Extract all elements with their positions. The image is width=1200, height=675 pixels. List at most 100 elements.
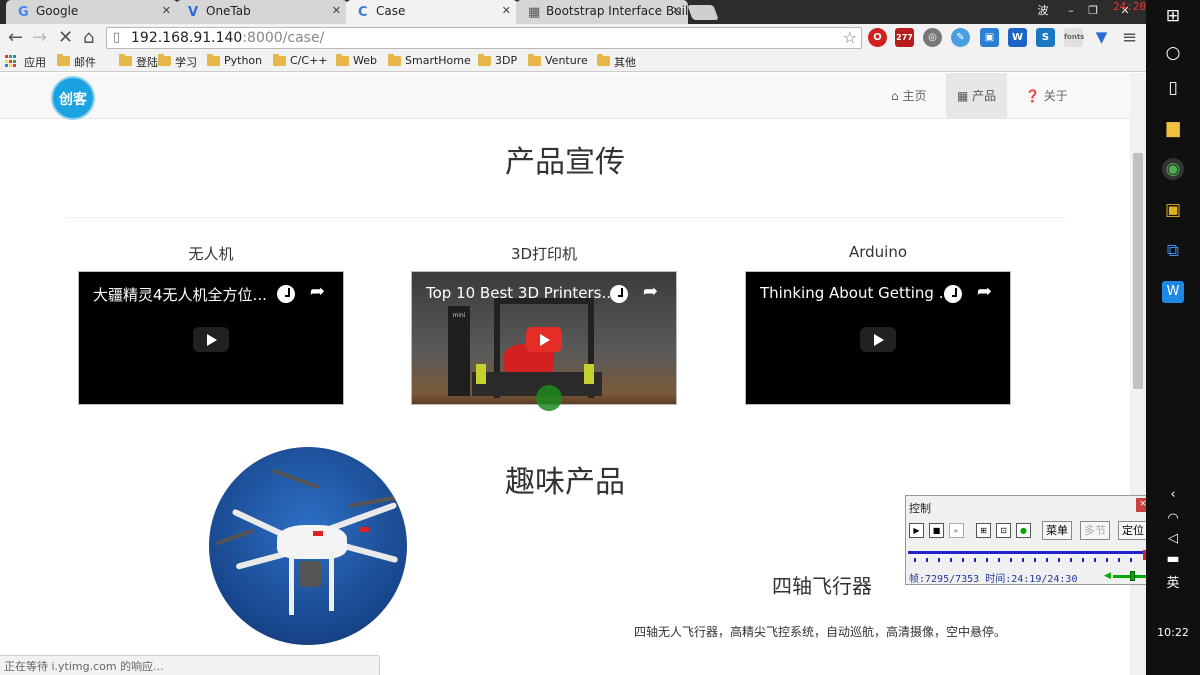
tab-label: Case bbox=[376, 4, 406, 18]
new-tab-button[interactable] bbox=[687, 5, 719, 20]
volume-icon: ◀ bbox=[1104, 571, 1111, 581]
gmail-badge-icon[interactable]: 277 bbox=[895, 28, 914, 47]
folder-icon bbox=[273, 54, 286, 66]
bookmark-folder[interactable]: 登陆 bbox=[119, 54, 158, 70]
close-icon[interactable]: ✕ bbox=[672, 4, 681, 17]
nav-home[interactable]: ⌂ 主页 bbox=[880, 73, 937, 119]
forward-icon[interactable]: → bbox=[32, 28, 47, 48]
fit-icon[interactable]: ⊞ bbox=[976, 523, 991, 538]
taskbar-clock[interactable]: 10:22 bbox=[1146, 626, 1200, 639]
bookmark-folder[interactable]: 其他 bbox=[597, 54, 636, 70]
site-logo[interactable]: 创客 bbox=[51, 76, 95, 120]
file-explorer-icon[interactable]: ▆ bbox=[1162, 117, 1184, 139]
locate-button[interactable]: 定位 bbox=[1118, 521, 1148, 540]
bookmark-folder[interactable]: Venture bbox=[528, 54, 588, 67]
propeller bbox=[271, 468, 321, 490]
menu-icon[interactable]: ≡ bbox=[1122, 28, 1137, 48]
next-icon[interactable]: ▸ bbox=[949, 523, 964, 538]
bookmark-apps[interactable]: 应用 bbox=[7, 54, 46, 70]
extension-icon[interactable]: ✎ bbox=[951, 28, 970, 47]
bookmark-folder[interactable]: C/C++ bbox=[273, 54, 328, 67]
folder-icon bbox=[388, 54, 401, 66]
stop-icon[interactable]: ✕ bbox=[58, 28, 73, 48]
feature-title: 四轴飞行器 bbox=[772, 574, 872, 598]
onetab-icon[interactable]: ▼ bbox=[1092, 28, 1111, 47]
video-title: Thinking About Getting ... bbox=[760, 284, 953, 302]
bookmark-folder[interactable]: 邮件 bbox=[57, 54, 96, 70]
volume-knob[interactable] bbox=[1130, 571, 1135, 581]
notification-icon[interactable]: ▬ bbox=[1162, 548, 1184, 570]
share-icon[interactable]: ➦ bbox=[310, 281, 325, 302]
restore-icon[interactable]: ❐ bbox=[1082, 0, 1104, 22]
section-title-promo: 产品宣传 bbox=[505, 145, 625, 180]
play-button[interactable] bbox=[860, 327, 896, 352]
back-icon[interactable]: ← bbox=[8, 28, 23, 48]
app-icon[interactable]: ▣ bbox=[1162, 199, 1184, 221]
bookmark-folder[interactable]: 3DP bbox=[478, 54, 517, 67]
bookmark-folder[interactable]: 学习 bbox=[158, 54, 197, 70]
bookmark-folder[interactable]: SmartHome bbox=[388, 54, 471, 67]
tab-case[interactable]: C Case ✕ bbox=[346, 0, 518, 24]
tab-label: OneTab bbox=[206, 4, 251, 18]
fonts-icon[interactable]: fonts bbox=[1064, 28, 1084, 47]
chevron-left-icon[interactable]: ‹ bbox=[1162, 484, 1184, 506]
address-bar[interactable]: ▯ 192.168.91.140:8000/case/ ☆ bbox=[106, 27, 862, 49]
skype-icon[interactable]: S bbox=[1036, 28, 1055, 47]
play-icon[interactable]: ▶ bbox=[909, 523, 924, 538]
feature-description: 四轴无人飞行器，高精尖飞控系统，自动巡航，高清摄像，空中悬停。 bbox=[633, 625, 1006, 639]
play-button[interactable] bbox=[193, 327, 229, 352]
video-embed-arduino[interactable]: Thinking About Getting ... ➦ bbox=[745, 271, 1011, 405]
cortana-icon[interactable]: ○ bbox=[1162, 42, 1184, 64]
ime-indicator: 波 bbox=[1037, 4, 1049, 17]
share-icon[interactable]: ➦ bbox=[977, 281, 992, 302]
watch-later-icon[interactable] bbox=[610, 285, 628, 303]
close-icon[interactable]: ✕ bbox=[332, 4, 341, 17]
network-app-icon[interactable]: ⧉ bbox=[1162, 240, 1184, 262]
nav-products[interactable]: ▦ 产品 bbox=[946, 73, 1008, 119]
nav-about[interactable]: ❓ 关于 bbox=[1014, 73, 1079, 119]
word-icon[interactable]: W bbox=[1008, 28, 1027, 47]
tab-onetab[interactable]: V OneTab ✕ bbox=[176, 0, 348, 24]
opera-icon[interactable]: O bbox=[868, 28, 887, 47]
ime-icon[interactable]: 英 bbox=[1162, 573, 1184, 595]
tab-bootstrap[interactable]: ▦ Bootstrap Interface Buil ✕ bbox=[516, 0, 688, 24]
printer-label: mini bbox=[448, 306, 470, 396]
close-icon[interactable]: ✕ bbox=[162, 4, 171, 17]
stop-icon[interactable]: ■ bbox=[929, 523, 944, 538]
home-icon[interactable]: ⌂ bbox=[83, 28, 94, 48]
playback-progress[interactable] bbox=[908, 550, 1148, 562]
windows-start-icon[interactable]: ⊞ bbox=[1162, 5, 1184, 27]
divider bbox=[66, 217, 1066, 218]
scrollbar-thumb[interactable] bbox=[1133, 153, 1143, 389]
extension-icon[interactable]: ◎ bbox=[923, 28, 942, 47]
menu-button[interactable]: 菜单 bbox=[1042, 521, 1072, 540]
close-icon[interactable]: ✕ bbox=[502, 4, 511, 17]
task-view-icon[interactable]: ▯ bbox=[1162, 77, 1184, 99]
bookmark-folder[interactable]: Web bbox=[336, 54, 377, 67]
folder-icon bbox=[528, 54, 541, 66]
play-button[interactable] bbox=[526, 327, 562, 352]
extension-icon[interactable]: ▣ bbox=[980, 28, 999, 47]
folder-icon bbox=[597, 54, 610, 66]
video-label-3dprinter: 3D打印机 bbox=[510, 245, 578, 263]
bootstrap-icon: ▦ bbox=[528, 5, 541, 20]
multi-button[interactable]: 多节 bbox=[1080, 521, 1110, 540]
bookmark-star-icon[interactable]: ☆ bbox=[843, 28, 857, 47]
watch-later-icon[interactable] bbox=[277, 285, 295, 303]
bookmark-folder[interactable]: Python bbox=[207, 54, 262, 67]
tab-label: Google bbox=[36, 4, 79, 18]
tab-google[interactable]: G Google ✕ bbox=[6, 0, 178, 24]
folder-icon bbox=[158, 54, 171, 66]
watch-later-icon[interactable] bbox=[944, 285, 962, 303]
video-embed-drone[interactable]: 大疆精灵4无人机全方位... ➦ bbox=[78, 271, 344, 405]
wifi-icon[interactable]: ◠ bbox=[1162, 508, 1184, 530]
share-icon[interactable]: ➦ bbox=[643, 281, 658, 302]
fullscreen-icon[interactable]: ⊡ bbox=[996, 523, 1011, 538]
chrome-icon[interactable]: ◉ bbox=[1162, 158, 1184, 180]
video-label-arduino: Arduino bbox=[848, 243, 908, 261]
volume-icon[interactable]: ◁ bbox=[1162, 528, 1184, 550]
minimize-icon[interactable]: – bbox=[1060, 0, 1082, 22]
video-title: 大疆精灵4无人机全方位... bbox=[93, 286, 267, 304]
word-app-icon[interactable]: W bbox=[1162, 281, 1184, 303]
cursor-icon[interactable]: ● bbox=[1016, 523, 1031, 538]
